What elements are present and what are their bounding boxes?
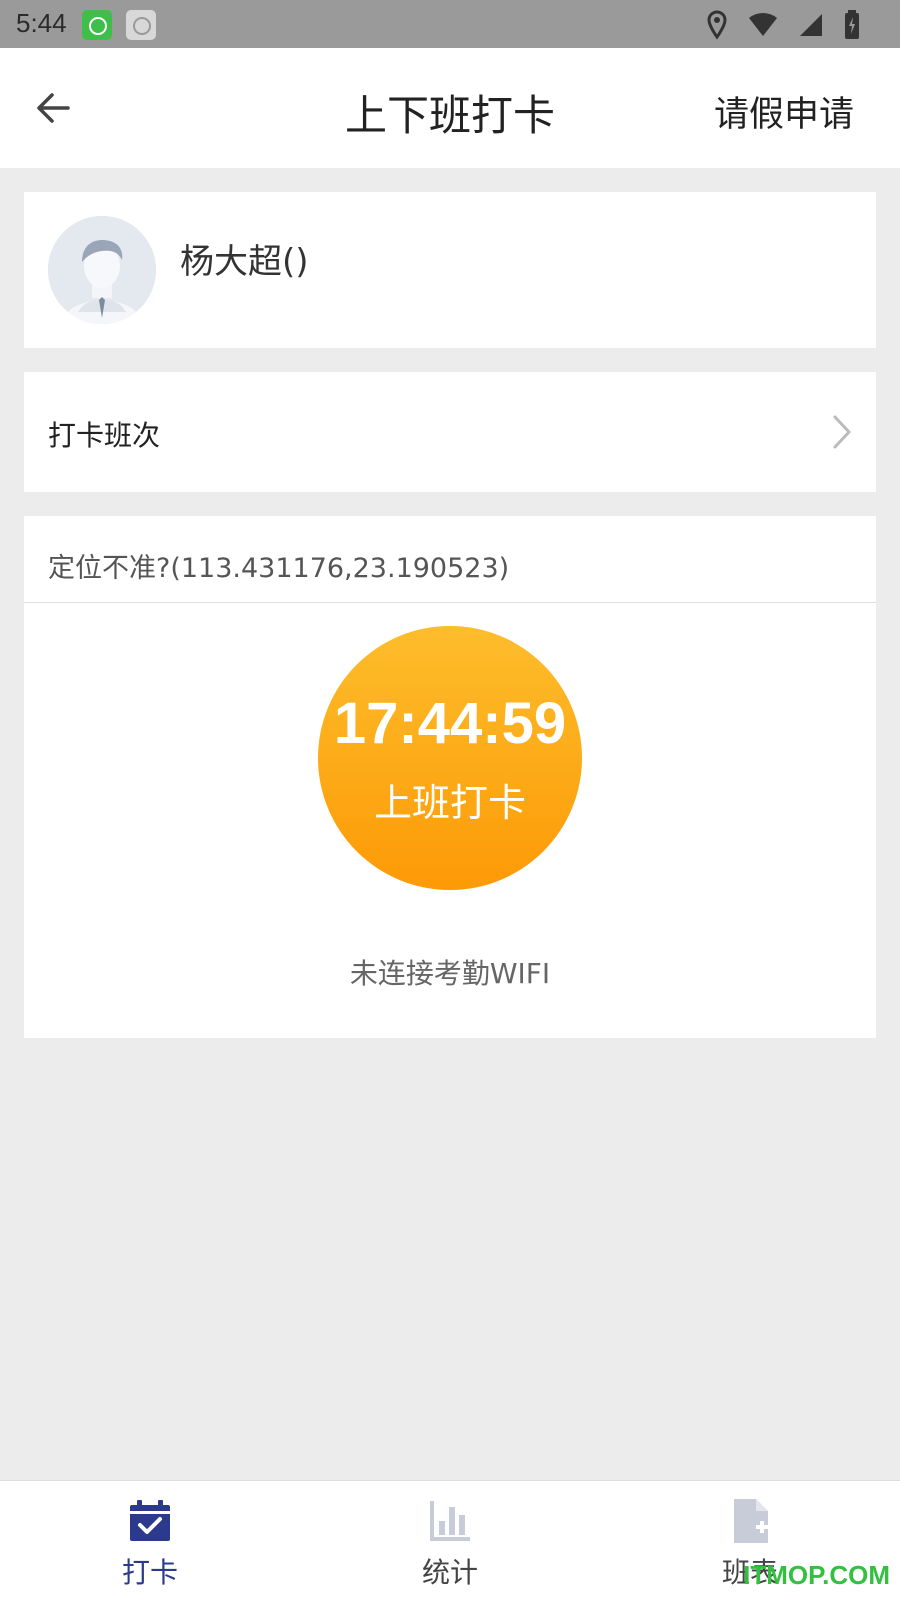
app-notification-icon-2 [126,10,156,40]
status-bar: 5:44 [0,0,900,48]
clock-in-button[interactable]: 17:44:59 上班打卡 [318,626,582,890]
calendar-check-icon [130,1500,170,1541]
status-time: 5:44 [16,8,67,38]
app-header: 上下班打卡 请假申请 [0,48,900,168]
wifi-icon [749,12,777,37]
tab-punch[interactable]: 打卡 [0,1481,300,1600]
chevron-right-icon [833,415,851,449]
clock-in-label: 上班打卡 [373,781,526,825]
shift-label: 打卡班次 [48,419,161,452]
app-notification-icon [82,10,112,40]
profile-card: 杨大超() [24,192,876,348]
watermark: ITMOP.COM [743,1560,890,1590]
punch-card: 定位不准?(113.431176,23.190523) 17:44:59 上班打… [24,516,876,1038]
shift-row[interactable]: 打卡班次 [24,372,876,492]
divider [24,602,876,603]
user-avatar-icon [48,216,156,324]
clock-time: 17:44:59 [333,691,567,756]
tab-label-punch: 打卡 [121,1556,178,1589]
location-inaccurate-link[interactable]: 定位不准?(113.431176,23.190523) [48,546,509,585]
battery-icon [845,10,859,39]
tab-statistics[interactable]: 统计 [300,1481,600,1600]
tab-label-statistics: 统计 [421,1556,478,1589]
leave-request-button[interactable]: 请假申请 [714,86,854,137]
signal-icon [800,14,822,36]
bar-chart-icon [430,1501,470,1541]
document-add-icon [734,1499,768,1543]
status-icons [706,10,860,40]
wifi-status-text: 未连接考勤WIFI [349,957,551,990]
avatar [48,216,156,324]
location-icon [707,10,727,40]
user-name: 杨大超() [180,242,309,282]
